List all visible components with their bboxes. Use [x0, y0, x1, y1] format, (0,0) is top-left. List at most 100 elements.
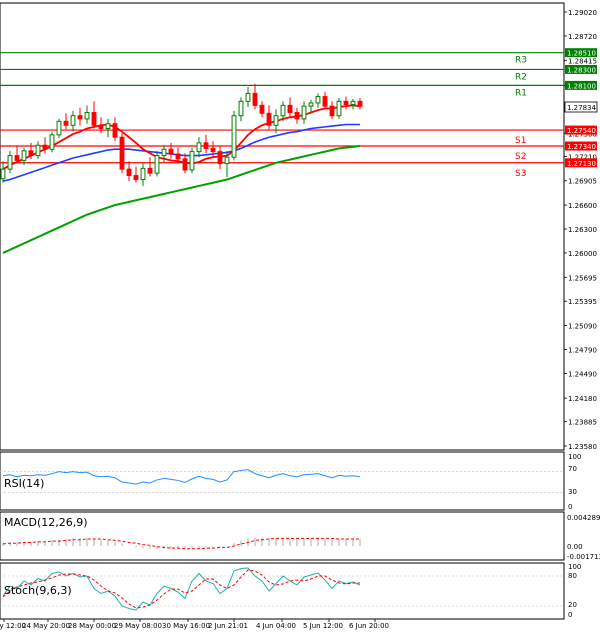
candle-body	[252, 92, 258, 106]
candle-body	[154, 155, 160, 174]
candle-body	[343, 100, 349, 106]
candle-body	[280, 104, 286, 117]
candle-body	[322, 96, 328, 107]
candle-body	[49, 134, 55, 150]
price-tick-label: 1.26905	[568, 178, 597, 186]
price-tick-label: 1.24790	[568, 346, 597, 354]
candle-body	[14, 155, 20, 161]
rsi-label: RSI(14)	[4, 477, 44, 490]
level-name-r2: R2	[515, 72, 527, 82]
candle-body	[35, 144, 41, 157]
time-tick-label: 2 Jun 21:01	[208, 622, 248, 630]
main-plot-area[interactable]	[0, 2, 565, 451]
candle-body	[0, 168, 6, 180]
macd-axis-max: 0.004289	[567, 514, 600, 522]
candle-body	[70, 115, 76, 126]
price-tick-label: 1.28415	[568, 57, 597, 65]
candle-body	[77, 115, 83, 120]
candle-body	[91, 112, 97, 126]
rsi-axis-100: 100	[568, 453, 581, 461]
candle-body	[147, 167, 153, 174]
time-tick-label: 30 May 16:00	[162, 622, 210, 630]
price-tick-label: 1.28720	[568, 33, 597, 41]
candle-body	[119, 136, 125, 170]
rsi-axis-0: 0	[568, 503, 572, 511]
price-tick-label: 1.26600	[568, 202, 597, 210]
candle-body	[224, 156, 230, 165]
candle-body	[140, 167, 146, 181]
candle-body	[42, 144, 48, 150]
price-tick-label: 1.29020	[568, 9, 597, 17]
rsi-panel[interactable]	[0, 451, 565, 511]
price-axis: 1.290201.287201.284151.281001.278101.275…	[564, 9, 597, 451]
candle-body	[315, 96, 321, 104]
stoch-panel[interactable]	[0, 562, 565, 620]
price-tick-label: 1.26000	[568, 250, 597, 258]
candle-body	[126, 168, 132, 177]
candle-body	[63, 120, 69, 126]
time-axis: 23 May 12:0024 May 20:0028 May 00:0029 M…	[0, 619, 389, 630]
macd-label: MACD(12,26,9)	[4, 516, 88, 529]
macd-axis-min: -0.001713	[567, 553, 600, 561]
stoch-axis-100: 100	[568, 563, 581, 571]
candle-body	[350, 100, 356, 106]
candle-body	[336, 100, 342, 117]
candle-body	[329, 105, 335, 117]
time-tick-label: 4 Jun 04:00	[256, 622, 296, 630]
price-tick-label: 1.24180	[568, 395, 597, 403]
price-tick-label: 1.26300	[568, 226, 597, 234]
candle-body	[133, 175, 139, 181]
candle-body	[287, 104, 293, 114]
level-price-label: 1.28510	[567, 50, 596, 58]
candle-body	[21, 150, 27, 161]
rsi-axis-70: 70	[568, 465, 577, 473]
level-price-label: 1.27340	[567, 143, 596, 151]
candle-body	[84, 112, 90, 120]
candle-body	[175, 153, 181, 160]
level-price-label: 1.28300	[567, 66, 596, 74]
candle-body	[105, 123, 111, 129]
candle-body	[245, 92, 251, 102]
price-tick-label: 1.25695	[568, 274, 597, 282]
candle-body	[294, 112, 300, 120]
candle-body	[266, 112, 272, 126]
price-tick-label: 1.25395	[568, 298, 597, 306]
stoch-axis-80: 80	[568, 572, 577, 580]
candle-body	[217, 151, 223, 165]
candle-body	[238, 100, 244, 117]
candle-body	[210, 147, 216, 153]
stoch-label: Stoch(9,6,3)	[4, 584, 72, 597]
level-name-s1: S1	[515, 136, 526, 146]
price-tick-label: 1.24490	[568, 370, 597, 378]
candle-body	[98, 124, 104, 129]
time-tick-label: 5 Jun 12:00	[303, 622, 343, 630]
level-price-label: 1.28100	[567, 82, 596, 90]
current-price-label: 1.27834	[567, 104, 596, 112]
candle-body	[56, 120, 62, 136]
candle-body	[259, 104, 265, 114]
candle-body	[231, 115, 237, 158]
candle-body	[273, 115, 279, 126]
candle-body	[168, 148, 174, 155]
candle-body	[161, 148, 167, 157]
candle-body	[196, 142, 202, 153]
level-name-s3: S3	[515, 169, 526, 179]
macd-axis-zero: 0.00	[567, 543, 583, 551]
time-tick-label: 6 Jun 20:00	[349, 622, 389, 630]
candle-body	[189, 151, 195, 171]
candle-body	[7, 155, 13, 170]
level-name-r1: R1	[515, 88, 527, 98]
candle-body	[112, 123, 118, 138]
trading-chart[interactable]: 1.290201.287201.284151.281001.278101.275…	[0, 0, 600, 632]
candle-body	[28, 150, 34, 157]
candle-body	[308, 102, 314, 107]
candle-body	[301, 105, 307, 120]
stoch-axis-20: 20	[568, 601, 577, 609]
price-tick-label: 1.25090	[568, 323, 597, 331]
level-name-r3: R3	[515, 56, 527, 66]
time-tick-label: 29 May 08:00	[114, 622, 162, 630]
time-tick-label: 24 May 20:00	[22, 622, 70, 630]
rsi-axis-30: 30	[568, 488, 577, 496]
price-tick-label: 1.23885	[568, 419, 597, 427]
candle-body	[182, 158, 188, 171]
